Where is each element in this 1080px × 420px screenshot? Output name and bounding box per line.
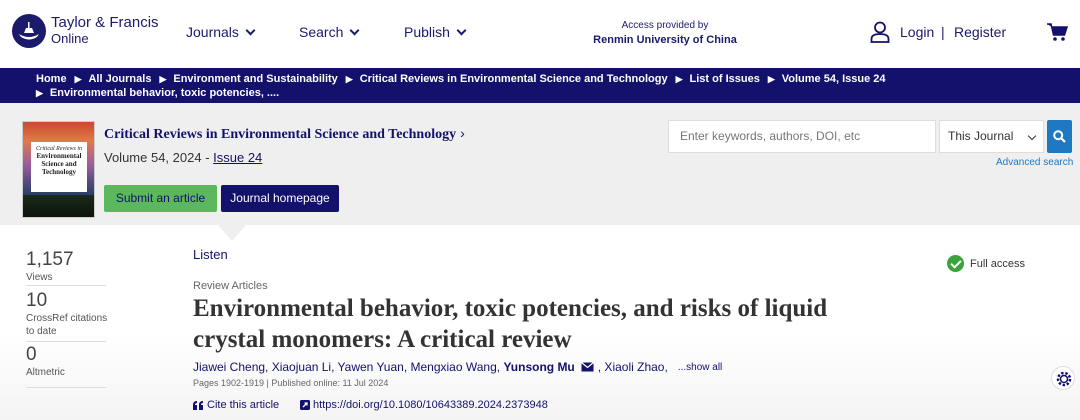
search-icon bbox=[1053, 130, 1066, 143]
breadcrumb-arrow-icon: ▶ bbox=[675, 74, 683, 84]
cover-text-2: Environmental Science and Technology bbox=[36, 152, 82, 176]
chevron-right-icon: › bbox=[460, 125, 465, 141]
corresponding-author[interactable]: Yunsong Mu bbox=[503, 360, 574, 374]
cite-article-link[interactable]: Cite this article bbox=[193, 399, 279, 411]
breadcrumb-journal[interactable]: Critical Reviews in Environmental Scienc… bbox=[360, 72, 668, 86]
breadcrumb-arrow-icon: ▶ bbox=[345, 74, 353, 84]
chevron-down-icon bbox=[456, 25, 467, 35]
gear-icon bbox=[1056, 371, 1072, 387]
breadcrumb-arrow-icon: ▶ bbox=[74, 74, 82, 84]
altmetric-count: 0 bbox=[26, 344, 37, 365]
external-link-icon bbox=[300, 400, 310, 410]
cite-label: Cite this article bbox=[207, 399, 280, 411]
journal-title: Critical Reviews in Environmental Scienc… bbox=[104, 127, 457, 142]
chevron-down-icon bbox=[349, 25, 360, 35]
nav-search-label: Search bbox=[299, 24, 344, 40]
doi-link[interactable]: https://doi.org/10.1080/10643389.2024.23… bbox=[300, 399, 548, 411]
article-title: Environmental behavior, toxic potencies,… bbox=[193, 295, 828, 353]
nav-journals-label: Journals bbox=[186, 24, 239, 40]
breadcrumb-home[interactable]: Home bbox=[36, 72, 67, 86]
journal-homepage-button[interactable]: Journal homepage bbox=[221, 185, 339, 212]
search-button[interactable] bbox=[1047, 120, 1072, 153]
cover-title: Critical Reviews in Environmental Scienc… bbox=[31, 142, 87, 192]
listen-button[interactable]: Listen bbox=[193, 247, 228, 262]
altmetric-label[interactable]: Altmetric bbox=[26, 366, 65, 379]
check-icon bbox=[947, 255, 964, 272]
taylor-francis-logo[interactable]: Taylor & Francis Online bbox=[12, 14, 159, 48]
breadcrumb-subject[interactable]: Environment and Sustainability bbox=[173, 72, 337, 86]
breadcrumb-current: Environmental behavior, toxic potencies,… bbox=[49, 87, 280, 99]
nav-search[interactable]: Search bbox=[299, 24, 360, 40]
show-all-authors-link[interactable]: ...show all bbox=[678, 362, 722, 373]
full-access-label: Full access bbox=[970, 257, 1026, 270]
logo-line2: Online bbox=[51, 31, 89, 46]
mail-icon[interactable] bbox=[580, 362, 594, 372]
article-type: Review Articles bbox=[193, 280, 268, 292]
journal-volume: Volume 54, 2024 - Issue 24 bbox=[104, 150, 262, 165]
user-icon[interactable] bbox=[870, 21, 890, 43]
volume-text: Volume 54, 2024 - bbox=[104, 150, 214, 165]
access-institution: Renmin University of China bbox=[593, 34, 737, 46]
submit-article-button[interactable]: Submit an article bbox=[104, 185, 217, 212]
chevron-down-icon bbox=[1027, 131, 1037, 141]
search-scope-select[interactable]: This Journal bbox=[939, 120, 1044, 153]
breadcrumb-list-of-issues[interactable]: List of Issues bbox=[690, 72, 760, 86]
breadcrumb-arrow-icon: ▶ bbox=[36, 88, 43, 98]
breadcrumb-volume-issue[interactable]: Volume 54, Issue 24 bbox=[782, 72, 886, 86]
metric-divider bbox=[26, 341, 106, 342]
citations-label[interactable]: CrossRef citations to date bbox=[26, 312, 110, 338]
breadcrumb-arrow-icon: ▶ bbox=[767, 74, 775, 84]
search-input[interactable]: Enter keywords, authors, DOI, etc bbox=[668, 120, 936, 153]
cover-landscape bbox=[23, 195, 94, 217]
issue-link[interactable]: Issue 24 bbox=[213, 150, 262, 165]
breadcrumb: Home ▶ All Journals ▶ Environment and Su… bbox=[0, 68, 1080, 103]
metric-views: 1,157 Views bbox=[26, 249, 74, 284]
access-label: Access provided by bbox=[621, 20, 709, 31]
logo-emblem-icon bbox=[12, 14, 46, 48]
views-label: Views bbox=[26, 272, 53, 283]
metric-divider bbox=[26, 387, 106, 388]
nav-publish[interactable]: Publish bbox=[404, 24, 467, 40]
journal-cover-image[interactable]: Critical Reviews in Environmental Scienc… bbox=[22, 121, 95, 218]
nav-journals[interactable]: Journals bbox=[186, 24, 256, 40]
journal-band: Critical Reviews in Environmental Scienc… bbox=[0, 103, 1080, 225]
header-separator: | bbox=[941, 24, 945, 40]
chevron-down-icon bbox=[245, 25, 256, 35]
metric-divider bbox=[26, 285, 106, 286]
citations-count: 10 bbox=[26, 290, 48, 311]
breadcrumb-arrow-icon: ▶ bbox=[159, 74, 167, 84]
top-header: Taylor & Francis Online Journals Search … bbox=[0, 0, 1080, 68]
quote-icon bbox=[193, 400, 203, 410]
metric-citations: 10 CrossRef citations to date bbox=[26, 290, 110, 338]
nav-publish-label: Publish bbox=[404, 24, 450, 40]
access-info: Access provided by Renmin University of … bbox=[560, 19, 770, 47]
author-list: Jiawei Cheng, Xiaojuan Li, Yawen Yuan, M… bbox=[193, 360, 722, 374]
breadcrumb-all-journals[interactable]: All Journals bbox=[88, 72, 151, 86]
logo-line1: Taylor & Francis bbox=[51, 14, 159, 31]
views-count: 1,157 bbox=[26, 249, 74, 270]
settings-button[interactable] bbox=[1051, 366, 1075, 390]
full-access-badge: Full access bbox=[947, 255, 1025, 272]
band-pointer bbox=[218, 225, 246, 241]
journal-title-link[interactable]: Critical Reviews in Environmental Scienc… bbox=[104, 125, 465, 143]
metric-altmetric: 0 Altmetric bbox=[26, 344, 65, 379]
login-link[interactable]: Login bbox=[900, 24, 934, 40]
authors-list-1[interactable]: Jiawei Cheng, Xiaojuan Li, Yawen Yuan, M… bbox=[193, 360, 500, 374]
advanced-search-link[interactable]: Advanced search bbox=[996, 157, 1073, 168]
doi-text: https://doi.org/10.1080/10643389.2024.23… bbox=[313, 399, 548, 411]
search-scope-value: This Journal bbox=[948, 129, 1014, 143]
register-link[interactable]: Register bbox=[954, 24, 1006, 40]
cart-icon[interactable] bbox=[1046, 22, 1068, 42]
publication-info: Pages 1902-1919 | Published online: 11 J… bbox=[193, 378, 389, 388]
authors-list-2[interactable]: , Xiaoli Zhao, bbox=[598, 360, 668, 374]
